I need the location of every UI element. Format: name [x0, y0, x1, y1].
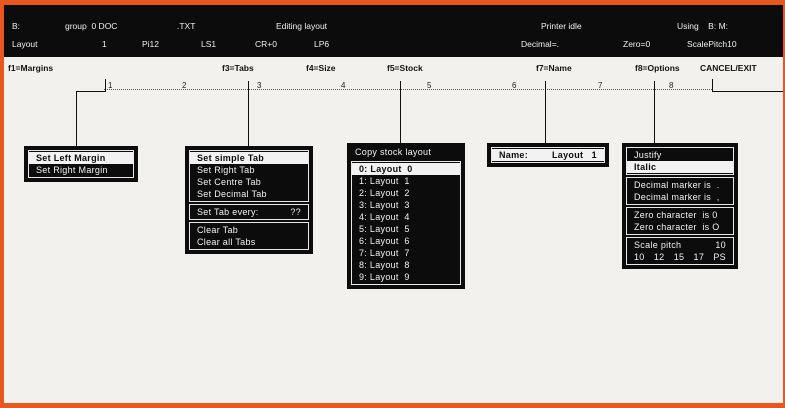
set-left-margin-item[interactable]: Set Left Margin [29, 152, 133, 164]
f3-tabs-key[interactable]: f3=Tabs [222, 63, 254, 73]
pitch-choice[interactable]: 12 [654, 251, 665, 263]
pitch-choice[interactable]: 17 [694, 251, 705, 263]
layout-name-label: Name: [499, 150, 529, 160]
ruler-mark-7: 7 [598, 81, 603, 90]
margins-menu: Set Left Margin Set Right Margin [24, 146, 138, 182]
layout-number: 1 [102, 39, 107, 49]
lines-per-inch: LP6 [314, 39, 330, 49]
scale-pitch-setting: ScalePitch10 [687, 39, 737, 49]
set-simple-tab-item[interactable]: Set simple Tab [190, 152, 308, 164]
zero-character-0-option[interactable]: Zero character is 0 [627, 209, 733, 221]
clear-tab-item[interactable]: Clear Tab [190, 224, 308, 236]
options-menu: Justify Italic Decimal marker is . Decim… [622, 143, 738, 269]
tabs-menu: Set simple Tab Set Right Tab Set Centre … [185, 146, 313, 254]
decimal-setting: Decimal=. [521, 39, 560, 49]
carriage-return: CR+0 [255, 39, 277, 49]
stock-layout-item[interactable]: 9: Layout 9 [352, 271, 460, 283]
status-bar: B: group 0 DOC .TXT Editing layout Print… [4, 5, 783, 57]
zero-character-o-option[interactable]: Zero character is O [627, 221, 733, 233]
ruler-mark-6: 6 [512, 81, 517, 90]
group-label: group 0 DOC [65, 21, 118, 31]
pitch-value: Pi12 [142, 39, 160, 49]
stock-menu-title: Copy stock layout [355, 147, 432, 157]
options-scale-section: Scale pitch 10 10 12 15 17 PS [626, 237, 734, 265]
drive-label: B: [12, 21, 21, 31]
name-connector [545, 81, 546, 143]
stock-layout-item[interactable]: 0: Layout 0 [352, 163, 460, 175]
tabs-connector [248, 81, 249, 146]
stock-connector [400, 81, 401, 143]
set-tab-every-item[interactable]: Set Tab every: ?? [190, 206, 308, 218]
stock-layout-item[interactable]: 8: Layout 8 [352, 259, 460, 271]
stock-layout-item[interactable]: 5: Layout 5 [352, 223, 460, 235]
right-margin-underline [712, 91, 783, 92]
extension-label: .TXT [177, 21, 196, 31]
pitch-choice[interactable]: PS [713, 251, 726, 263]
options-style-section: Justify Italic [626, 147, 734, 175]
set-decimal-tab-item[interactable]: Set Decimal Tab [190, 188, 308, 200]
cancel-exit-key[interactable]: CANCEL/EXIT [700, 63, 757, 73]
margins-section: Set Left Margin Set Right Margin [28, 150, 134, 178]
layout-name-field[interactable]: Name: Layout 1 [492, 149, 604, 161]
tabs-every-section: Set Tab every: ?? [189, 204, 309, 220]
pitch-choice[interactable]: 10 [634, 251, 645, 263]
stock-layout-item[interactable]: 3: Layout 3 [352, 199, 460, 211]
margins-connector-v [76, 91, 77, 146]
ruler-dotted-line [104, 89, 712, 90]
left-margin-marker[interactable] [105, 79, 106, 91]
tabs-clear-section: Clear Tab Clear all Tabs [189, 222, 309, 250]
set-centre-tab-item[interactable]: Set Centre Tab [190, 176, 308, 188]
options-zero-section: Zero character is 0 Zero character is O [626, 207, 734, 235]
stock-layout-menu: Copy stock layout 0: Layout 0 1: Layout … [347, 143, 465, 289]
stock-layout-list: 0: Layout 0 1: Layout 1 2: Layout 2 3: L… [351, 161, 461, 285]
f5-stock-key[interactable]: f5=Stock [387, 63, 423, 73]
f1-margins-key[interactable]: f1=Margins [8, 63, 53, 73]
stock-layout-item[interactable]: 6: Layout 6 [352, 235, 460, 247]
f8-options-key[interactable]: f8=Options [635, 63, 680, 73]
clear-all-tabs-item[interactable]: Clear all Tabs [190, 236, 308, 248]
ruler-mark-4: 4 [341, 81, 346, 90]
layout-name-value: Layout 1 [551, 150, 597, 160]
set-right-tab-item[interactable]: Set Right Tab [190, 164, 308, 176]
options-connector [654, 81, 655, 143]
layout-ruler[interactable]: 1 2 3 4 5 6 7 8 [4, 77, 783, 95]
pitch-choice[interactable]: 15 [674, 251, 685, 263]
using-drives: Using B: M: [677, 21, 729, 31]
stock-layout-item[interactable]: 2: Layout 2 [352, 187, 460, 199]
ruler-mark-2: 2 [182, 81, 187, 90]
stock-layout-item[interactable]: 7: Layout 7 [352, 247, 460, 259]
decimal-marker-comma-option[interactable]: Decimal marker is , [627, 191, 733, 203]
name-menu: Name: Layout 1 [487, 143, 609, 167]
pitch-choices-row: 10 12 15 17 PS [627, 251, 733, 263]
scale-pitch-label: Scale pitch [634, 240, 682, 250]
layout-label: Layout [12, 39, 38, 49]
scale-pitch-value: 10 [715, 240, 726, 250]
tabs-set-section: Set simple Tab Set Right Tab Set Centre … [189, 150, 309, 202]
screen: B: group 0 DOC .TXT Editing layout Print… [4, 5, 783, 403]
options-decimal-section: Decimal marker is . Decimal marker is , [626, 177, 734, 205]
name-field-box: Name: Layout 1 [491, 147, 605, 163]
stock-layout-item[interactable]: 1: Layout 1 [352, 175, 460, 187]
decimal-marker-point-option[interactable]: Decimal marker is . [627, 179, 733, 191]
italic-option[interactable]: Italic [627, 161, 733, 173]
zero-setting: Zero=0 [623, 39, 651, 49]
set-tab-every-value: ?? [290, 207, 301, 217]
ruler-mark-1: 1 [108, 81, 113, 90]
ruler-mark-8: 8 [669, 81, 674, 90]
stock-layout-item[interactable]: 4: Layout 4 [352, 211, 460, 223]
set-tab-every-label: Set Tab every: [197, 207, 259, 217]
margins-connector-h [76, 91, 106, 92]
scale-pitch-row[interactable]: Scale pitch 10 [627, 239, 733, 251]
justify-option[interactable]: Justify [627, 149, 733, 161]
set-right-margin-item[interactable]: Set Right Margin [29, 164, 133, 176]
ruler-mark-5: 5 [427, 81, 432, 90]
function-key-bar: f1=Margins f3=Tabs f4=Size f5=Stock f7=N… [4, 60, 783, 76]
f4-size-key[interactable]: f4=Size [306, 63, 336, 73]
right-margin-marker[interactable] [712, 79, 713, 91]
f7-name-key[interactable]: f7=Name [536, 63, 572, 73]
ruler-mark-3: 3 [257, 81, 262, 90]
printer-status: Printer idle [541, 21, 582, 31]
line-spacing: LS1 [201, 39, 217, 49]
mode-label: Editing layout [276, 21, 328, 31]
